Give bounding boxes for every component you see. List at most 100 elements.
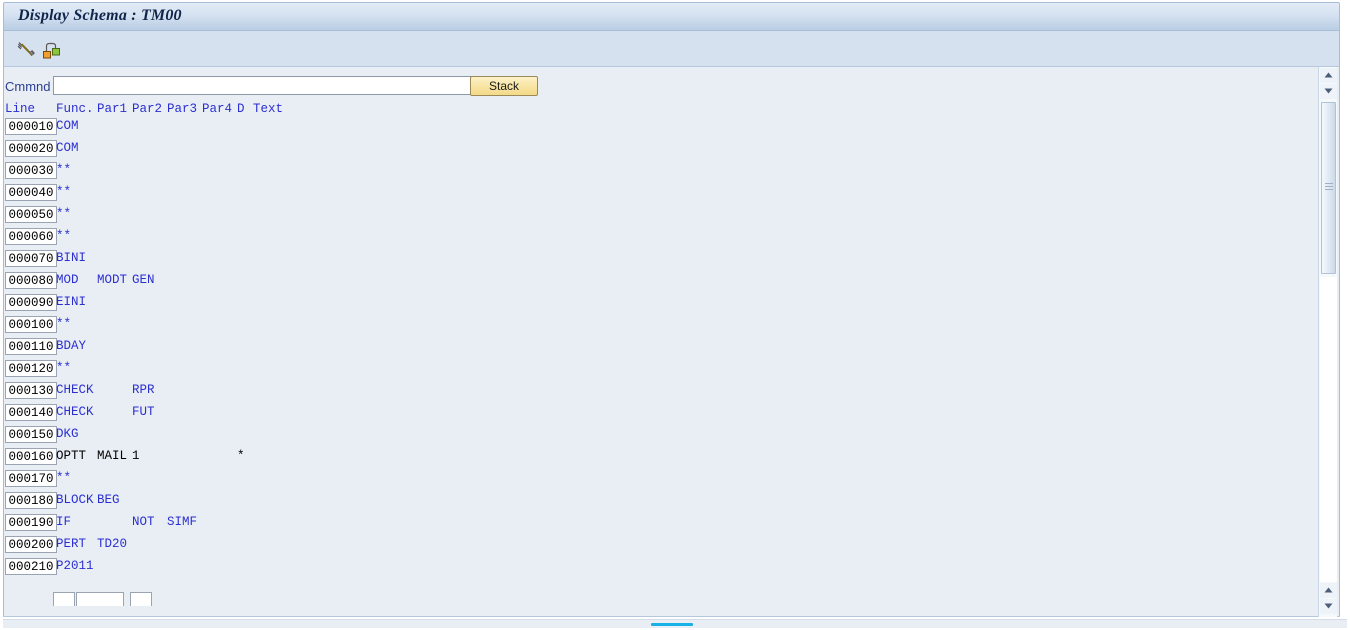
line-number-field[interactable] xyxy=(5,228,57,245)
line-number-field[interactable] xyxy=(5,558,57,575)
edit-pencil-icon[interactable] xyxy=(13,36,39,62)
cell-func[interactable]: IF xyxy=(56,515,71,530)
schema-row[interactable]: BINI xyxy=(0,250,1320,272)
line-number-field[interactable] xyxy=(5,514,57,531)
scroll-down-icon[interactable] xyxy=(1320,84,1337,99)
schema-row[interactable]: ** xyxy=(0,316,1320,338)
cell-func[interactable]: P2011 xyxy=(56,559,94,574)
schema-row[interactable]: IF NOT SIMF xyxy=(0,514,1320,536)
line-number-field[interactable] xyxy=(5,294,57,311)
cell-func[interactable]: CHECK xyxy=(56,383,94,398)
line-number-field[interactable] xyxy=(5,118,57,135)
schema-row[interactable]: ** xyxy=(0,162,1320,184)
cell-func[interactable]: ** xyxy=(56,163,71,178)
vertical-scrollbar-track[interactable] xyxy=(1320,277,1337,582)
line-number-field[interactable] xyxy=(5,360,57,377)
cell-par2[interactable]: FUT xyxy=(132,405,155,420)
cell-func[interactable]: ** xyxy=(56,229,71,244)
structure-icon[interactable] xyxy=(38,36,64,62)
schema-row[interactable]: CHECK RPR xyxy=(0,382,1320,404)
cell-func[interactable]: DKG xyxy=(56,427,79,442)
column-header-line: Line xyxy=(5,102,36,116)
schema-row[interactable]: BDAY xyxy=(0,338,1320,360)
line-number-field[interactable] xyxy=(5,162,57,179)
schema-row[interactable]: DKG xyxy=(0,426,1320,448)
cell-func[interactable]: ** xyxy=(56,317,71,332)
schema-row[interactable]: ** xyxy=(0,470,1320,492)
line-number-field[interactable] xyxy=(5,426,57,443)
cell-func[interactable]: PERT xyxy=(56,537,86,552)
schema-row[interactable]: ** xyxy=(0,206,1320,228)
cell-par1[interactable]: BEG xyxy=(97,493,120,508)
line-number-field[interactable] xyxy=(5,140,57,157)
schema-row[interactable]: EINI xyxy=(0,294,1320,316)
line-number-field[interactable] xyxy=(5,316,57,333)
cell-func[interactable]: OPTT xyxy=(56,449,86,464)
cell-func[interactable]: ** xyxy=(56,185,71,200)
vertical-scrollbar[interactable] xyxy=(1318,67,1337,617)
application-toolbar: © www.tutorialkart.com xyxy=(3,31,1340,92)
schema-row[interactable]: MOD MODT GEN xyxy=(0,272,1320,294)
schema-row[interactable]: ** xyxy=(0,184,1320,206)
cell-par2[interactable]: GEN xyxy=(132,273,155,288)
partial-field-2 xyxy=(76,592,124,606)
line-number-field[interactable] xyxy=(5,448,57,465)
window-title-bar: Display Schema : TM00 xyxy=(3,2,1340,31)
cell-func[interactable]: ** xyxy=(56,361,71,376)
cell-par2[interactable]: NOT xyxy=(132,515,155,530)
schema-row[interactable]: COM xyxy=(0,118,1320,140)
vertical-scrollbar-thumb[interactable] xyxy=(1321,102,1336,274)
command-input[interactable] xyxy=(53,76,473,95)
line-number-field[interactable] xyxy=(5,184,57,201)
cell-func[interactable]: COM xyxy=(56,119,79,134)
schema-row[interactable]: P2011 xyxy=(0,558,1320,580)
cell-func[interactable]: ** xyxy=(56,207,71,222)
line-number-field[interactable] xyxy=(5,470,57,487)
stack-button[interactable]: Stack xyxy=(470,76,538,96)
schema-row[interactable]: BLOCKBEG xyxy=(0,492,1320,514)
scroll-page-up-icon[interactable] xyxy=(1320,583,1337,598)
line-number-field[interactable] xyxy=(5,382,57,399)
cell-par3[interactable]: SIMF xyxy=(167,515,197,530)
scroll-page-down-icon[interactable] xyxy=(1320,599,1337,614)
cell-func[interactable]: BDAY xyxy=(56,339,86,354)
partial-field-1 xyxy=(53,592,75,606)
line-number-field[interactable] xyxy=(5,206,57,223)
line-number-field[interactable] xyxy=(5,404,57,421)
cell-func[interactable]: EINI xyxy=(56,295,86,310)
cell-par1[interactable]: MAIL xyxy=(97,449,127,464)
horizontal-scrollbar[interactable] xyxy=(3,619,1347,628)
scroll-up-icon[interactable] xyxy=(1320,68,1337,83)
body-bottom-edge xyxy=(3,616,1340,617)
cell-func[interactable]: BINI xyxy=(56,251,86,266)
partial-clipped-row xyxy=(0,592,500,606)
cell-par2[interactable]: 1 xyxy=(132,449,140,464)
cell-func[interactable]: CHECK xyxy=(56,405,94,420)
cell-func[interactable]: ** xyxy=(56,471,71,486)
cell-func[interactable]: COM xyxy=(56,141,79,156)
scrollbar-grip-icon xyxy=(1325,183,1333,190)
cell-par1[interactable]: MODT xyxy=(97,273,127,288)
schema-row[interactable]: COM xyxy=(0,140,1320,162)
cell-par2[interactable]: RPR xyxy=(132,383,155,398)
column-header-par3: Par3 xyxy=(167,102,198,116)
column-header-text: Text xyxy=(253,102,284,116)
line-number-field[interactable] xyxy=(5,338,57,355)
column-header-par2: Par2 xyxy=(132,102,163,116)
cell-func[interactable]: BLOCK xyxy=(56,493,94,508)
schema-row[interactable]: ** xyxy=(0,228,1320,250)
schema-row[interactable]: ** xyxy=(0,360,1320,382)
line-number-field[interactable] xyxy=(5,492,57,509)
cell-d[interactable]: * xyxy=(237,449,245,464)
schema-row[interactable]: CHECK FUT xyxy=(0,404,1320,426)
line-number-field[interactable] xyxy=(5,272,57,289)
horizontal-scrollbar-thumb[interactable] xyxy=(651,623,693,626)
cell-par1[interactable]: TD20 xyxy=(97,537,127,552)
command-field-label: Cmmnd xyxy=(5,79,51,94)
schema-row-list: COMCOM********BINIMODMODTGENEINI**BDAY**… xyxy=(0,118,1320,580)
schema-row[interactable]: PERT TD20 xyxy=(0,536,1320,558)
schema-row[interactable]: OPTT MAIL 1 * xyxy=(0,448,1320,470)
line-number-field[interactable] xyxy=(5,536,57,553)
line-number-field[interactable] xyxy=(5,250,57,267)
cell-func[interactable]: MOD xyxy=(56,273,79,288)
